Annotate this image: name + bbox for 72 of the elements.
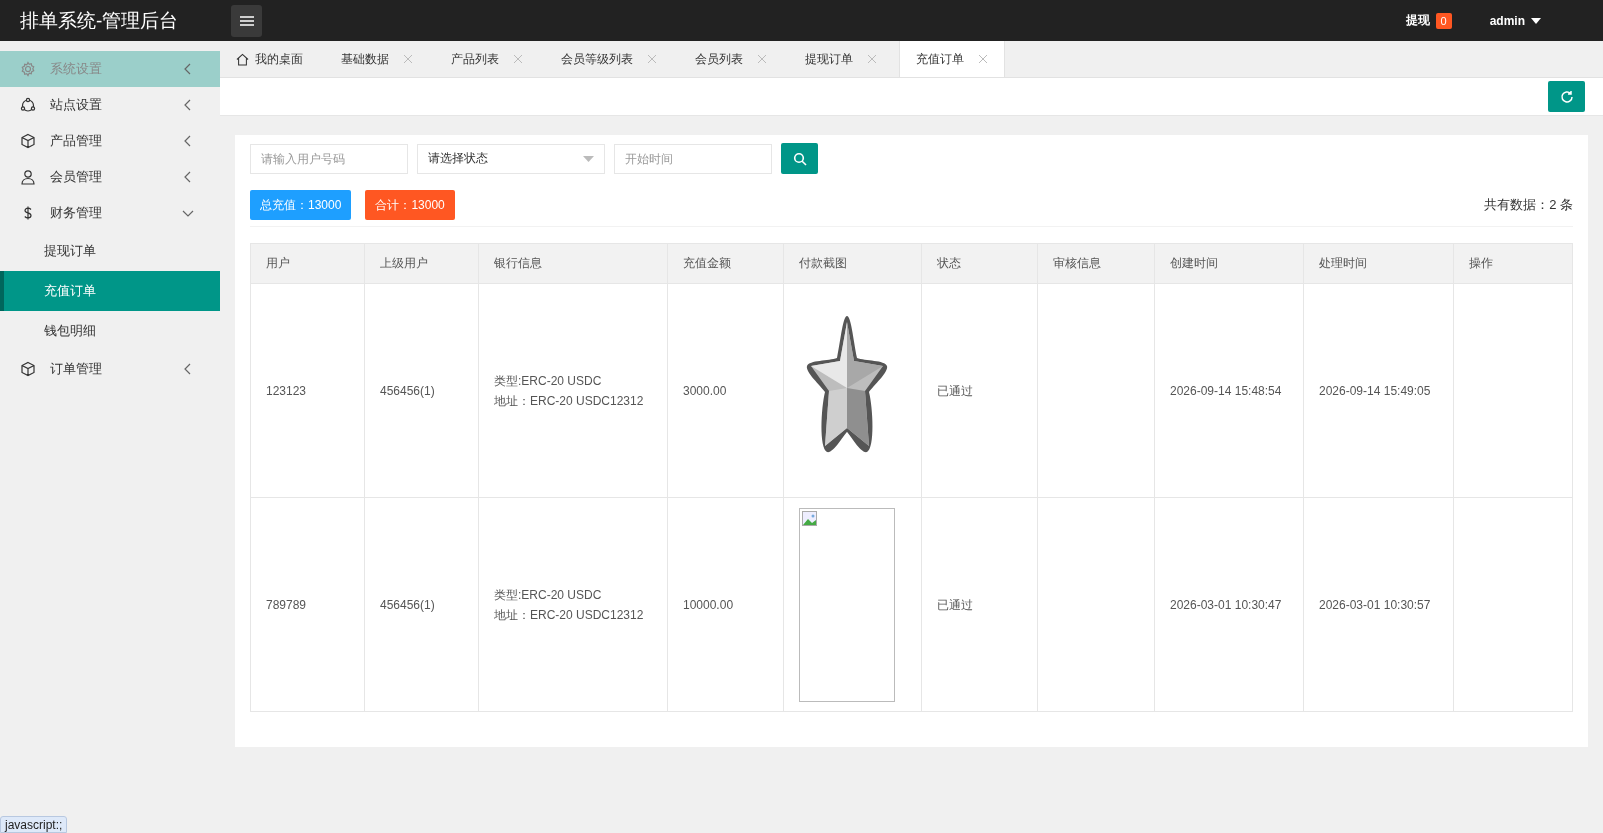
- column-header: 审核信息: [1037, 243, 1155, 284]
- table-cell: 3000.00: [667, 283, 784, 498]
- tab[interactable]: 我的桌面: [220, 41, 319, 77]
- tab[interactable]: 提现订单: [789, 41, 893, 77]
- sidebar-subitem[interactable]: 提现订单: [0, 231, 220, 271]
- column-header: 用户: [250, 243, 365, 284]
- home-icon: [236, 52, 249, 66]
- count-badge: 0: [1435, 12, 1452, 29]
- column-header: 状态: [921, 243, 1038, 284]
- table-cell: 已通过: [921, 283, 1038, 498]
- table-cell: 456456(1): [364, 283, 479, 498]
- menu-icon: [239, 15, 254, 26]
- table-cell: 2026-03-01 10:30:47: [1154, 497, 1304, 712]
- tab[interactable]: 充值订单: [899, 41, 1005, 77]
- total-recharge-badge: 总充值：13000: [250, 190, 352, 220]
- close-icon[interactable]: [647, 54, 657, 64]
- table-cell: 地址：ERC-20 USDC12312: [494, 393, 644, 408]
- sidebar-item[interactable]: 会员管理: [0, 159, 220, 195]
- column-header: 处理时间: [1303, 243, 1454, 284]
- refresh-button[interactable]: [1548, 81, 1585, 112]
- column-header: 充值金额: [667, 243, 784, 284]
- sum-badge: 合计：13000: [365, 190, 455, 220]
- close-icon[interactable]: [757, 54, 767, 64]
- tab[interactable]: 基础数据: [325, 41, 429, 77]
- table-cell: 2026-09-14 15:49:05: [1303, 283, 1454, 498]
- sidebar-subitem[interactable]: 钱包明细: [0, 311, 220, 351]
- tab[interactable]: 产品列表: [435, 41, 539, 77]
- search-icon: [792, 151, 807, 166]
- caret-icon: [1531, 17, 1541, 24]
- user-number-field[interactable]: 请输入用户号码: [250, 143, 408, 174]
- sidebar-subitem[interactable]: 充值订单: [0, 271, 220, 311]
- withdraw-link[interactable]: 提现: [1405, 12, 1430, 29]
- close-icon[interactable]: [513, 54, 523, 64]
- start-time-field[interactable]: 开始时间: [614, 143, 772, 174]
- table-cell: 789789: [250, 497, 365, 712]
- table-cell: 地址：ERC-20 USDC12312: [494, 607, 644, 622]
- column-header: 操作: [1453, 243, 1573, 284]
- sidebar-item[interactable]: 站点设置: [0, 87, 220, 123]
- tab[interactable]: 会员等级列表: [545, 41, 673, 77]
- table-cell: 类型:ERC-20 USDC: [494, 587, 602, 602]
- close-icon[interactable]: [978, 54, 988, 64]
- column-header: 上级用户: [364, 243, 479, 284]
- table-cell: 456456(1): [364, 497, 479, 712]
- close-icon[interactable]: [403, 54, 413, 64]
- refresh-icon: [1559, 89, 1574, 104]
- search-button[interactable]: [781, 143, 818, 174]
- status-bar-text: javascript:;: [0, 816, 68, 833]
- tab[interactable]: 会员列表: [679, 41, 783, 77]
- app-title: 排单系统-管理后台: [19, 8, 180, 33]
- close-icon[interactable]: [867, 54, 877, 64]
- table-cell: 类型:ERC-20 USDC: [494, 373, 602, 388]
- table-cell: 2026-03-01 10:30:57: [1303, 497, 1454, 712]
- user-menu[interactable]: admin: [1483, 12, 1547, 29]
- table-cell: 已通过: [921, 497, 1038, 712]
- cube-icon: [20, 133, 36, 149]
- sidebar-item[interactable]: 产品管理: [0, 123, 220, 159]
- gear-icon: [20, 61, 36, 77]
- column-header: 创建时间: [1154, 243, 1304, 284]
- table-cell: 123123: [250, 283, 365, 498]
- table-cell: 2026-09-14 15:48:54: [1154, 283, 1304, 498]
- column-header: 银行信息: [478, 243, 668, 284]
- caret-icon: [583, 155, 594, 162]
- menu-button[interactable]: [231, 4, 262, 37]
- record-count: 共有数据：2 条: [1484, 196, 1573, 214]
- cube-icon: [20, 361, 36, 377]
- status-select[interactable]: 请选择状态: [417, 143, 605, 174]
- sidebar-item[interactable]: 财务管理: [0, 195, 220, 231]
- broken-image-icon: [802, 510, 818, 527]
- user-icon: [20, 169, 36, 185]
- table-cell: 10000.00: [667, 497, 784, 712]
- column-header: 付款截图: [783, 243, 922, 284]
- sidebar-item[interactable]: 订单管理: [0, 351, 220, 387]
